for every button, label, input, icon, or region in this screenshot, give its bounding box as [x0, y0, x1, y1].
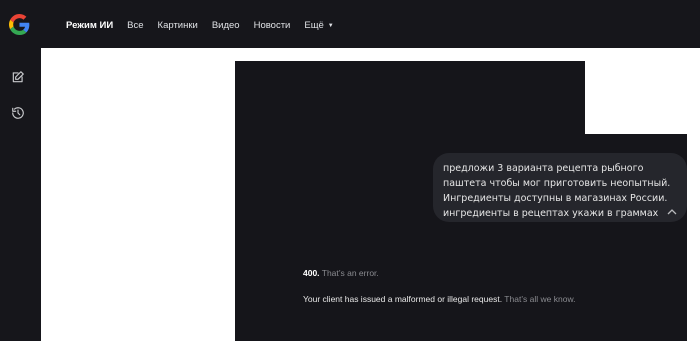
- google-logo-icon[interactable]: [9, 14, 30, 35]
- chevron-up-icon[interactable]: [667, 208, 677, 216]
- user-prompt-text: предложи 3 варианта рецепта рыбного пашт…: [443, 163, 671, 219]
- user-prompt-bubble: предложи 3 варианта рецепта рыбного пашт…: [433, 153, 687, 222]
- error-message: Your client has issued a malformed or il…: [303, 294, 575, 304]
- tab-images[interactable]: Картинки: [158, 20, 198, 31]
- error-code-desc: That’s an error.: [321, 268, 379, 278]
- tab-video[interactable]: Видео: [212, 20, 240, 31]
- search-tabs: Режим ИИ Все Картинки Видео Новости Ещё ▼: [66, 17, 348, 33]
- top-bar: Режим ИИ Все Картинки Видео Новости Ещё ▼: [0, 0, 700, 48]
- error-title: 400. That’s an error.: [303, 268, 379, 278]
- tab-more-label: Ещё: [304, 19, 324, 31]
- caret-down-icon: ▼: [327, 22, 334, 29]
- tab-news[interactable]: Новости: [254, 20, 291, 31]
- error-code: 400.: [303, 268, 320, 278]
- tab-more[interactable]: Ещё ▼: [304, 20, 333, 31]
- edit-icon[interactable]: [11, 70, 25, 84]
- error-message-text: Your client has issued a malformed or il…: [303, 294, 503, 304]
- tab-ai-mode[interactable]: Режим ИИ: [66, 20, 113, 31]
- history-icon[interactable]: [11, 106, 25, 120]
- tab-all[interactable]: Все: [127, 20, 143, 31]
- left-sidebar: [0, 48, 41, 341]
- error-message-tail: That’s all we know.: [504, 294, 576, 304]
